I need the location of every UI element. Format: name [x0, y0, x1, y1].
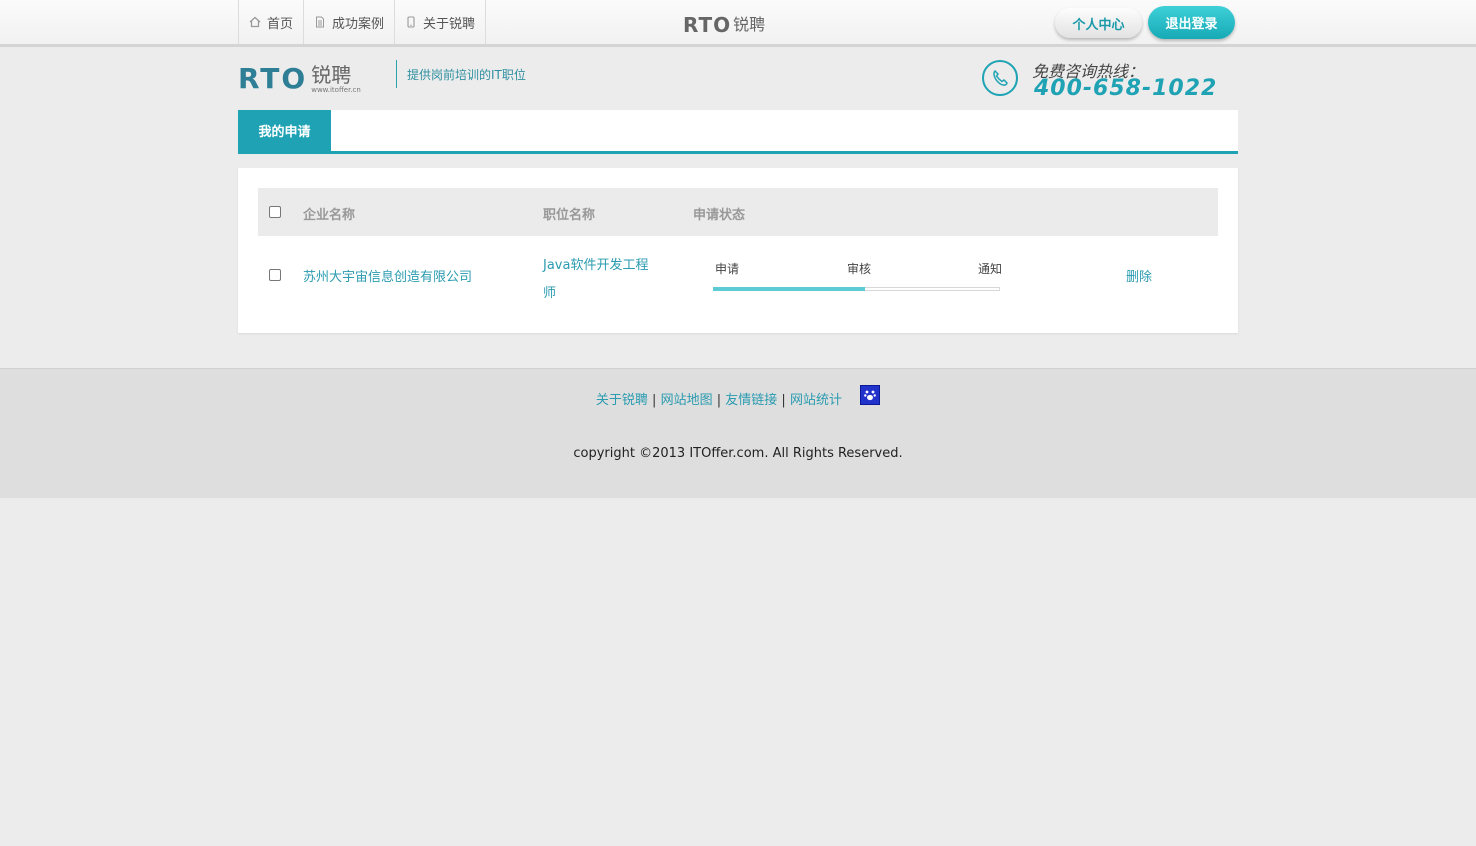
- home-icon: [249, 16, 261, 28]
- footer-link-friends[interactable]: 友情链接: [725, 393, 777, 408]
- site-logo[interactable]: RTO 锐聘 www.itoffer.cn: [238, 62, 361, 95]
- hotline-number: 400-658-1022: [1034, 76, 1218, 101]
- footer-link-sitemap[interactable]: 网站地图: [661, 393, 713, 408]
- logo-en: RTO: [238, 62, 308, 95]
- position-line2: 师: [543, 286, 557, 301]
- footer-link-stats[interactable]: 网站统计: [790, 393, 842, 408]
- nav-item-label: 首页: [267, 16, 294, 32]
- select-all-checkbox[interactable]: [269, 206, 281, 218]
- nav-item-label: 关于锐聘: [423, 16, 476, 32]
- footer-separator: |: [716, 393, 722, 408]
- nav-item-home[interactable]: 首页: [238, 0, 303, 44]
- delete-button[interactable]: 删除: [1126, 266, 1152, 285]
- copyright: copyright ©2013 ITOffer.com. All Rights …: [573, 446, 903, 461]
- logo-site: www.itoffer.cn: [311, 86, 361, 94]
- position-link[interactable]: Java软件开发工程 师: [543, 252, 648, 308]
- nav-item-label: 成功案例: [332, 16, 385, 32]
- tab-bar: 我的申请: [238, 110, 1238, 154]
- top-navbar: 首页 成功案例 关于锐聘 RTO 锐聘 个人中心 退出登录: [0, 0, 1476, 47]
- baidu-paw-icon[interactable]: [860, 385, 881, 405]
- personal-center-button[interactable]: 个人中心: [1055, 8, 1142, 38]
- phone-icon: [405, 16, 417, 28]
- hotline: 免费咨询热线： 400-658-1022: [982, 58, 1238, 102]
- logo-cn-group: 锐聘 www.itoffer.cn: [311, 64, 361, 94]
- table-header: 企业名称 职位名称 申请状态: [258, 188, 1218, 236]
- header-status: 申请状态: [693, 208, 746, 223]
- slogan: 提供岗前培训的IT职位: [407, 68, 526, 82]
- logout-button[interactable]: 退出登录: [1148, 6, 1235, 39]
- top-logo-en: RTO: [683, 13, 732, 37]
- tab-my-applications[interactable]: 我的申请: [238, 110, 331, 151]
- header-company: 企业名称: [303, 208, 356, 223]
- footer-separator: |: [781, 393, 786, 408]
- top-logo-cn: 锐聘: [733, 15, 766, 34]
- step-apply: 申请: [715, 262, 740, 276]
- document-icon: [314, 16, 326, 28]
- step-review: 审核: [847, 262, 872, 276]
- footer-link-about[interactable]: 关于锐聘: [596, 393, 648, 408]
- row-checkbox[interactable]: [269, 269, 281, 281]
- footer-separator: |: [652, 393, 657, 408]
- footer-links: 关于锐聘 | 网站地图 | 友情链接 | 网站统计: [0, 385, 1476, 408]
- nav-item-cases[interactable]: 成功案例: [303, 0, 394, 44]
- step-notify: 通知: [978, 262, 1003, 276]
- status-progress: 申请 审核 通知: [713, 252, 1003, 292]
- header-position: 职位名称: [543, 208, 596, 223]
- logo-cn: 锐聘: [311, 63, 352, 87]
- main-nav: 首页 成功案例 关于锐聘: [238, 0, 487, 44]
- phone-circle-icon: [982, 60, 1018, 96]
- logo-divider: [396, 60, 397, 88]
- top-brand-logo[interactable]: RTO 锐聘: [683, 10, 765, 36]
- progress-fill: [713, 287, 865, 291]
- position-line1: Java软件开发工程: [543, 258, 649, 273]
- footer: 关于锐聘 | 网站地图 | 友情链接 | 网站统计 copyright ©201…: [0, 368, 1476, 498]
- applications-panel: 企业名称 职位名称 申请状态 苏州大宇宙信息创造有限公司 Java软件开发工程 …: [238, 168, 1238, 333]
- nav-item-about[interactable]: 关于锐聘: [394, 0, 487, 44]
- company-link[interactable]: 苏州大宇宙信息创造有限公司: [303, 266, 472, 285]
